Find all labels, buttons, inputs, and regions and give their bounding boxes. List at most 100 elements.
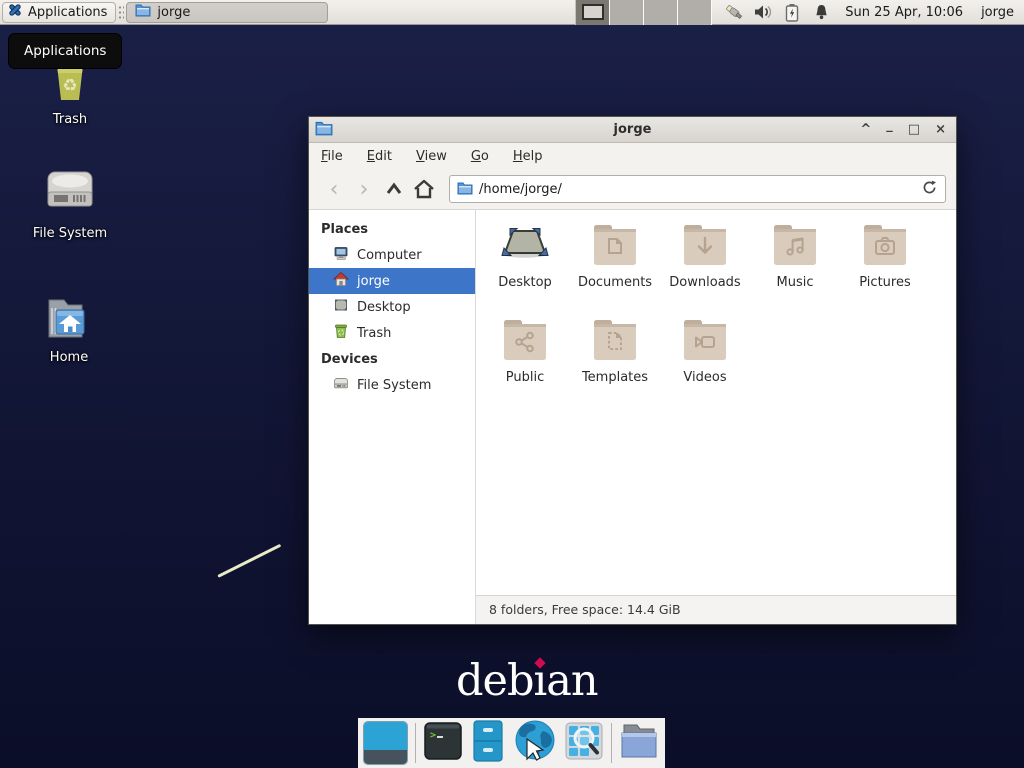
file-item-music[interactable]: Music bbox=[750, 222, 840, 317]
desktop: Applications jorge bbox=[0, 0, 1024, 768]
terminal-launcher[interactable]: > bbox=[423, 721, 463, 765]
file-item-videos[interactable]: Videos bbox=[660, 317, 750, 412]
file-label: Music bbox=[777, 275, 814, 290]
panel-user-button[interactable]: jorge bbox=[977, 5, 1018, 20]
file-label: Templates bbox=[582, 370, 648, 385]
folder-templates-icon bbox=[589, 317, 641, 367]
menu-file[interactable]: File bbox=[321, 149, 343, 164]
minimize-button[interactable]: _ bbox=[886, 119, 893, 141]
file-label: Desktop bbox=[498, 275, 552, 290]
desktop-icon-home-label: Home bbox=[50, 350, 88, 365]
home-folder-icon bbox=[43, 294, 95, 346]
web-browser-icon bbox=[513, 719, 557, 767]
volume-icon[interactable] bbox=[753, 2, 773, 22]
toolbar: ‹ › bbox=[309, 169, 956, 210]
sidebar-item-desktop[interactable]: Desktop bbox=[309, 294, 475, 320]
sidebar-header-places: Places bbox=[309, 216, 475, 242]
folder-pictures-icon bbox=[859, 222, 911, 272]
debian-wordmark: debıan bbox=[456, 656, 598, 706]
file-item-public[interactable]: Public bbox=[480, 317, 570, 412]
file-item-desktop[interactable]: Desktop bbox=[480, 222, 570, 317]
sidebar-item-label: Trash bbox=[357, 326, 391, 341]
home-button[interactable] bbox=[409, 174, 439, 204]
maximize-button[interactable]: □ bbox=[908, 119, 920, 141]
file-label: Pictures bbox=[859, 275, 910, 290]
up-arrow-icon bbox=[384, 181, 404, 197]
file-label: Documents bbox=[578, 275, 652, 290]
sidebar-item-label: Desktop bbox=[357, 300, 411, 315]
close-button[interactable]: × bbox=[935, 119, 946, 141]
file-manager-window: jorge ^ _ □ × File Edit View Go Help ‹ › bbox=[308, 116, 957, 625]
up-button[interactable] bbox=[379, 174, 409, 204]
forward-button[interactable]: › bbox=[349, 174, 379, 204]
file-label: Videos bbox=[683, 370, 726, 385]
menu-go[interactable]: Go bbox=[471, 149, 489, 164]
web-browser-launcher[interactable] bbox=[513, 719, 557, 767]
terminal-icon: > bbox=[423, 721, 463, 765]
folder-music-icon bbox=[769, 222, 821, 272]
icon-view: Desktop bbox=[476, 210, 956, 624]
home-icon bbox=[413, 179, 435, 199]
applications-tooltip: Applications bbox=[8, 33, 122, 69]
workspace-pager bbox=[575, 0, 712, 25]
path-bar bbox=[449, 175, 946, 203]
menu-edit[interactable]: Edit bbox=[367, 149, 392, 164]
sidebar-item-trash[interactable]: Trash bbox=[309, 320, 475, 346]
titlebar[interactable]: jorge ^ _ □ × bbox=[309, 117, 956, 143]
wordmark-pre: deb bbox=[456, 656, 534, 706]
file-item-pictures[interactable]: Pictures bbox=[840, 222, 930, 317]
workspace-3[interactable] bbox=[644, 0, 678, 25]
desktop-icon-file-system[interactable]: File System bbox=[18, 164, 122, 241]
sidebar-item-file-system[interactable]: File System bbox=[309, 372, 475, 398]
svg-text:♻: ♻ bbox=[62, 76, 77, 96]
file-manager-launcher[interactable] bbox=[470, 720, 506, 766]
stray-line-artifact bbox=[217, 544, 281, 578]
desktop-icon-file-system-label: File System bbox=[33, 226, 107, 241]
bell-icon[interactable] bbox=[811, 2, 831, 22]
folder-downloads-icon bbox=[679, 222, 731, 272]
folder-documents-icon bbox=[589, 222, 641, 272]
dock-panel: > bbox=[358, 718, 665, 768]
blue-folder-icon bbox=[135, 3, 151, 21]
sidebar: Places Computer bbox=[309, 210, 476, 624]
path-input[interactable] bbox=[479, 182, 915, 197]
computer-icon bbox=[333, 245, 349, 265]
workspace-1[interactable] bbox=[576, 0, 610, 25]
wordmark-post: an bbox=[546, 656, 597, 706]
taskbar-window-button[interactable]: jorge bbox=[126, 2, 328, 23]
battery-icon[interactable] bbox=[782, 2, 802, 22]
workspace-4[interactable] bbox=[678, 0, 712, 25]
xfce-logo-icon bbox=[7, 2, 23, 22]
applications-menu-button[interactable]: Applications bbox=[2, 2, 116, 23]
tool-icon[interactable] bbox=[724, 2, 744, 22]
menu-view[interactable]: View bbox=[416, 149, 447, 164]
system-tray bbox=[724, 2, 831, 22]
panel-clock[interactable]: Sun 25 Apr, 10:06 bbox=[845, 5, 963, 20]
file-manager-icon bbox=[470, 720, 506, 766]
reload-icon[interactable] bbox=[921, 179, 938, 200]
folder-icon bbox=[618, 721, 660, 765]
sidebar-item-computer[interactable]: Computer bbox=[309, 242, 475, 268]
shade-button[interactable]: ^ bbox=[860, 119, 871, 141]
svg-text:>: > bbox=[430, 730, 436, 741]
app-finder-launcher[interactable] bbox=[564, 721, 604, 765]
panel-grip[interactable] bbox=[118, 5, 124, 20]
workspace-2[interactable] bbox=[610, 0, 644, 25]
menu-help[interactable]: Help bbox=[513, 149, 543, 164]
folder-launcher[interactable] bbox=[618, 721, 660, 765]
sidebar-item-jorge[interactable]: jorge bbox=[309, 268, 475, 294]
sidebar-header-devices: Devices bbox=[309, 346, 475, 372]
desktop-icon-home[interactable]: Home bbox=[17, 294, 121, 365]
back-button[interactable]: ‹ bbox=[319, 174, 349, 204]
file-item-downloads[interactable]: Downloads bbox=[660, 222, 750, 317]
show-desktop-button[interactable] bbox=[363, 721, 408, 765]
window-title: jorge bbox=[309, 122, 956, 137]
file-item-documents[interactable]: Documents bbox=[570, 222, 660, 317]
file-item-templates[interactable]: Templates bbox=[570, 317, 660, 412]
sidebar-item-label: Computer bbox=[357, 248, 422, 263]
menubar: File Edit View Go Help bbox=[309, 143, 956, 169]
folder-public-icon bbox=[499, 317, 551, 367]
harddrive-icon bbox=[42, 164, 98, 222]
sidebar-item-label: jorge bbox=[357, 274, 390, 289]
wordmark-i: ı bbox=[534, 656, 547, 706]
